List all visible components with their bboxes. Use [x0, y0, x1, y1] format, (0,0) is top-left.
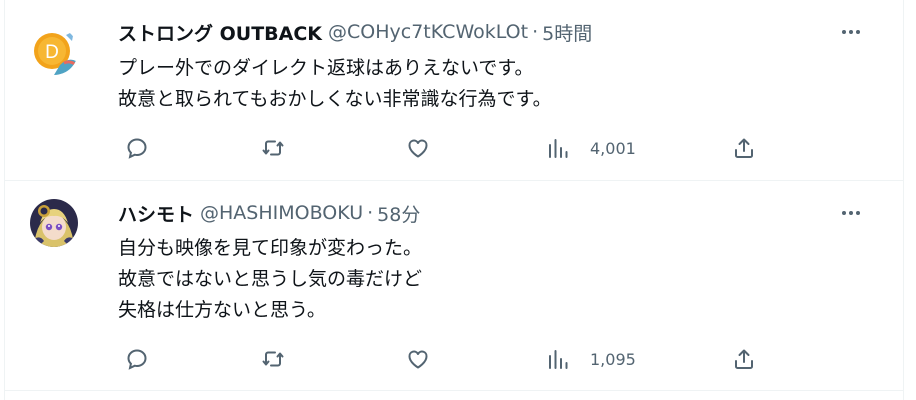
- views-button[interactable]: 4,001: [546, 133, 636, 163]
- reply-icon: [127, 138, 147, 159]
- more-icon: [842, 30, 860, 34]
- tweet-text-line: プレー外でのダイレクト返球はありえないです。: [118, 57, 534, 79]
- avatar-letter: D: [45, 42, 59, 63]
- tweet-header: ストロング OUTBACK @COHyc7tKCWokLOt · 5時間: [118, 19, 592, 46]
- views-icon: [549, 139, 568, 158]
- share-icon: [735, 349, 753, 369]
- more-button[interactable]: [836, 20, 866, 44]
- views-icon: [549, 350, 568, 369]
- avatar-image: D: [30, 27, 78, 75]
- tweet-actions: 1,095: [118, 344, 778, 374]
- more-button[interactable]: [836, 201, 866, 225]
- like-button[interactable]: [406, 133, 430, 163]
- retweet-icon: [262, 140, 284, 156]
- tweet-text-line: 故意ではないと思うし気の毒だけど: [118, 268, 423, 290]
- tweet-actions: 4,001: [118, 133, 778, 163]
- reply-button[interactable]: [125, 133, 149, 163]
- views-count: 4,001: [590, 138, 636, 158]
- display-name[interactable]: ハシモト: [118, 200, 194, 227]
- like-button[interactable]: [406, 344, 430, 374]
- tweet-text-line: 故意と取られてもおかしくない非常識な行為です。: [118, 88, 552, 110]
- user-handle[interactable]: @HASHIMOBOKU: [200, 202, 363, 224]
- avatar[interactable]: [30, 199, 78, 247]
- timestamp[interactable]: 58分: [377, 200, 420, 227]
- tweet-text: プレー外でのダイレクト返球はありえないです。 故意と取られてもおかしくない非常識…: [118, 53, 552, 115]
- timestamp[interactable]: 5時間: [542, 19, 592, 46]
- tweet-header: ハシモト @HASHIMOBOKU · 58分: [118, 200, 420, 227]
- more-icon: [842, 211, 860, 215]
- share-button[interactable]: [732, 344, 756, 374]
- retweet-button[interactable]: [261, 133, 285, 163]
- tweet-text: 自分も映像を見て印象が変わった。 故意ではないと思うし気の毒だけど 失格は仕方な…: [118, 233, 422, 326]
- tweet[interactable]: D ストロング OUTBACK @COHyc7tKCWokLOt · 5時間 プ…: [5, 0, 904, 181]
- separator: ·: [532, 21, 539, 43]
- avatar[interactable]: D: [30, 27, 78, 75]
- share-icon: [735, 138, 753, 158]
- heart-icon: [408, 350, 428, 369]
- display-name[interactable]: ストロング OUTBACK: [118, 19, 322, 46]
- user-handle[interactable]: @COHyc7tKCWokLOt: [328, 21, 528, 43]
- share-button[interactable]: [732, 133, 756, 163]
- avatar-image: [30, 199, 78, 247]
- views-button[interactable]: 1,095: [546, 344, 636, 374]
- heart-icon: [408, 139, 428, 158]
- retweet-button[interactable]: [261, 344, 285, 374]
- separator: ·: [367, 202, 374, 224]
- views-count: 1,095: [590, 349, 636, 369]
- retweet-icon: [262, 351, 284, 367]
- reply-icon: [127, 349, 147, 370]
- reply-button[interactable]: [125, 344, 149, 374]
- tweet-text-line: 自分も映像を見て印象が変わった。: [118, 237, 423, 259]
- tweet-text-line: 失格は仕方ないと思う。: [118, 299, 326, 321]
- tweet[interactable]: ハシモト @HASHIMOBOKU · 58分 自分も映像を見て印象が変わった。…: [5, 181, 904, 391]
